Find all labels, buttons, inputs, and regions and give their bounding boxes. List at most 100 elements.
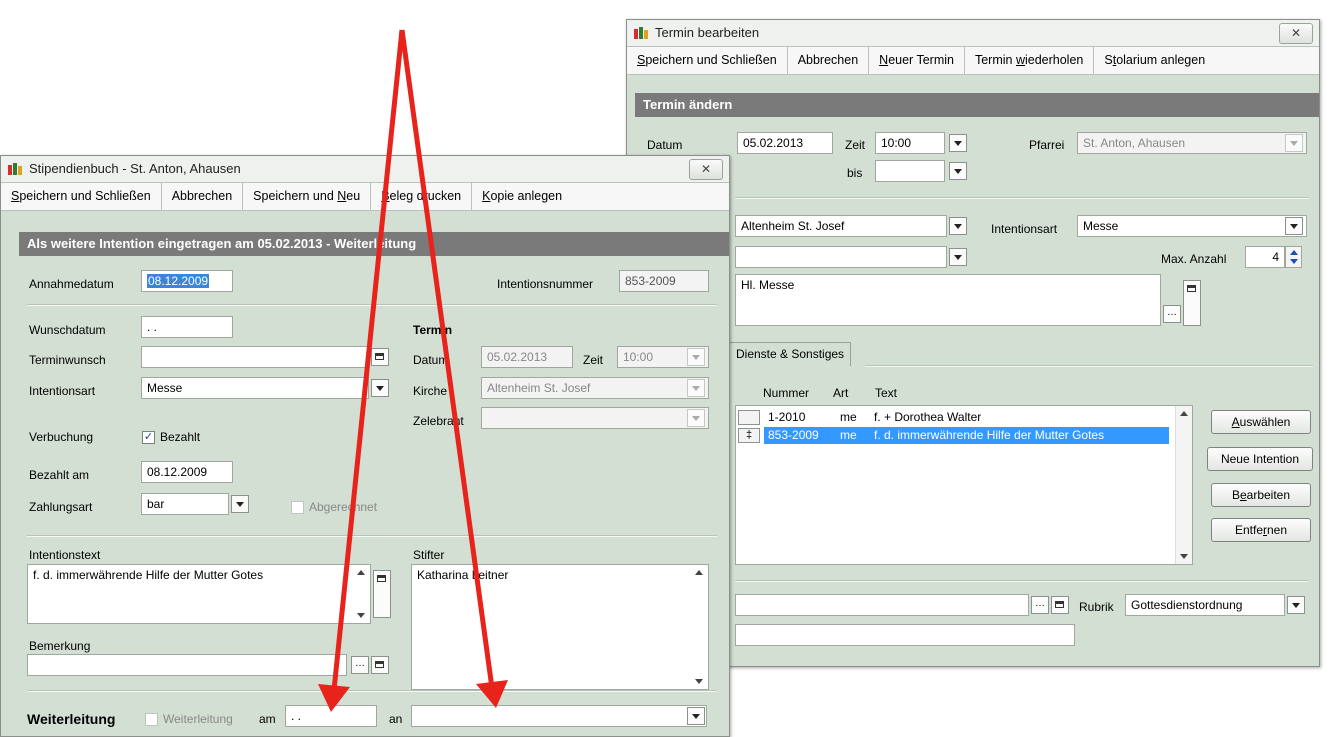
rubrik-dropdown-button[interactable] xyxy=(1287,596,1305,614)
toolbar: Speichern und Schließen Abbrechen Speich… xyxy=(1,183,729,211)
zahlungsart-combo[interactable]: bar xyxy=(141,493,229,515)
separator xyxy=(735,580,1309,582)
scroll-up-icon[interactable] xyxy=(1180,411,1188,416)
zeit-dropdown-button[interactable] xyxy=(687,348,705,366)
terminwunsch-field[interactable] xyxy=(141,346,369,368)
scroll-down-icon[interactable] xyxy=(695,679,703,684)
auswaehlen-button[interactable]: Auswählen xyxy=(1211,410,1311,434)
zelebrant-field[interactable] xyxy=(481,407,709,429)
new-appointment-button[interactable]: Neuer Termin xyxy=(869,47,965,74)
stifter-label: Stifter xyxy=(413,548,445,562)
save-and-close-button[interactable]: Speichern und Schließen xyxy=(1,183,162,210)
bemerkung-expand-button[interactable] xyxy=(371,656,389,674)
weiterleitung-an-combo[interactable] xyxy=(411,705,707,727)
weiterleitung-am-field[interactable]: . . xyxy=(285,705,377,727)
intentionsart-label: Intentionsart xyxy=(991,222,1058,236)
termin-text-area[interactable]: Hl. Messe xyxy=(735,274,1161,326)
bis-field[interactable] xyxy=(875,160,945,182)
title-bar[interactable]: Stipendienbuch - St. Anton, Ahausen ✕ xyxy=(1,156,729,183)
intentionsnummer-label: Intentionsnummer xyxy=(497,277,594,291)
abgerechnet-label: Abgerechnet xyxy=(309,500,378,514)
termin-bearbeiten-window: Termin bearbeiten ✕ Speichern und Schlie… xyxy=(626,19,1320,667)
bemerkung-field[interactable] xyxy=(27,654,347,676)
text-browse-button[interactable]: … xyxy=(1163,305,1181,323)
am-label: am xyxy=(259,712,276,726)
bottom-field[interactable] xyxy=(735,594,1029,616)
secondary-combo[interactable] xyxy=(735,246,947,268)
neue-intention-button[interactable]: Neue Intention xyxy=(1207,447,1313,471)
scroll-down-icon[interactable] xyxy=(1180,554,1188,559)
rubrik-combo[interactable]: Gottesdienstordnung xyxy=(1125,594,1285,616)
bottom-expand-button[interactable] xyxy=(1051,596,1069,614)
bis-dropdown-button[interactable] xyxy=(949,162,967,180)
datum-label: Datum xyxy=(413,353,449,367)
stifter-area[interactable]: Katharina Leitner xyxy=(411,564,709,690)
title-bar[interactable]: Termin bearbeiten ✕ xyxy=(627,20,1319,47)
create-stolarium-button[interactable]: Stolarium anlegen xyxy=(1094,47,1215,74)
intentionstext-area[interactable]: f. d. immerwährende Hilfe der Mutter Got… xyxy=(27,564,371,624)
bezahlt-am-field[interactable]: 08.12.2009 xyxy=(141,461,233,483)
close-button[interactable]: ✕ xyxy=(1279,23,1313,44)
text-expand-button[interactable] xyxy=(1183,280,1201,326)
secondary-dropdown-button[interactable] xyxy=(949,248,967,266)
save-and-close-button[interactable]: Speichern und Schließen xyxy=(627,47,788,74)
stifter-scrollbar[interactable] xyxy=(691,565,708,689)
ort-combo[interactable]: Altenheim St. Josef xyxy=(735,215,947,237)
section-header: Termin ändern xyxy=(635,93,1319,117)
ort-dropdown-button[interactable] xyxy=(949,217,967,235)
print-receipt-button[interactable]: Beleg drucken xyxy=(371,183,473,210)
save-and-new-button[interactable]: Speichern und Neu xyxy=(243,183,372,210)
abgerechnet-checkbox[interactable] xyxy=(291,501,304,514)
pfarrei-dropdown-button[interactable] xyxy=(1285,134,1303,152)
wunschdatum-field[interactable]: . . xyxy=(141,316,233,338)
max-anzahl-spinner[interactable] xyxy=(1285,246,1302,268)
row-text: f. + Dorothea Walter xyxy=(874,410,982,424)
datum-field[interactable]: 05.02.2013 xyxy=(737,132,833,154)
close-button[interactable]: ✕ xyxy=(689,159,723,180)
bemerkung-label: Bemerkung xyxy=(29,639,91,653)
wunschdatum-label: Wunschdatum xyxy=(29,323,106,337)
cancel-button[interactable]: Abbrechen xyxy=(162,183,244,210)
scroll-up-icon[interactable] xyxy=(357,570,365,575)
zahlungsart-dropdown-button[interactable] xyxy=(231,495,249,513)
intentionsart-combo[interactable]: Messe xyxy=(1077,215,1307,237)
entfernen-button[interactable]: Entfernen xyxy=(1211,518,1311,542)
intentionsnummer-field[interactable]: 853-2009 xyxy=(619,270,709,292)
scroll-down-icon[interactable] xyxy=(357,613,365,618)
repeat-appointment-button[interactable]: Termin wiederholen xyxy=(965,47,1095,74)
terminwunsch-calendar-button[interactable] xyxy=(371,348,389,366)
cancel-button[interactable]: Abbrechen xyxy=(788,47,870,74)
kirche-field[interactable]: Altenheim St. Josef xyxy=(481,377,709,399)
max-anzahl-field[interactable]: 4 xyxy=(1245,246,1285,268)
list-scrollbar[interactable] xyxy=(1175,406,1192,564)
annahmedatum-field[interactable]: 08.12.2009 xyxy=(141,270,233,292)
zelebrant-dropdown-button[interactable] xyxy=(687,409,705,427)
intentionstext-scrollbar[interactable] xyxy=(353,565,370,623)
intentionstext-expand-button[interactable] xyxy=(373,570,391,618)
pfarrei-field[interactable]: St. Anton, Ahausen xyxy=(1077,132,1307,154)
weiterleitung-checkbox[interactable] xyxy=(145,713,158,726)
create-copy-button[interactable]: Kopie anlegen xyxy=(472,183,572,210)
bearbeiten-button[interactable]: Bearbeiten xyxy=(1211,483,1311,507)
intentionsart-dropdown-button[interactable] xyxy=(371,379,389,397)
weiterleitung-an-dropdown-button[interactable] xyxy=(687,707,705,725)
intentions-list[interactable]: 1-2010 me f. + Dorothea Walter ‡ 853-200… xyxy=(735,405,1193,565)
kirche-dropdown-button[interactable] xyxy=(687,379,705,397)
datum-field[interactable]: 05.02.2013 xyxy=(481,346,573,368)
intentionsart-label: Intentionsart xyxy=(29,384,96,398)
intentionsart-dropdown-button[interactable] xyxy=(1285,217,1303,235)
row-text: f. d. immerwährende Hilfe der Mutter Got… xyxy=(874,428,1105,442)
zeit-dropdown-button[interactable] xyxy=(949,134,967,152)
bottom-browse-button[interactable]: … xyxy=(1031,596,1049,614)
bezahlt-label: Bezahlt xyxy=(160,430,201,444)
bottom-field-2[interactable] xyxy=(735,624,1075,646)
intentionsart-combo[interactable]: Messe xyxy=(141,377,369,399)
zeit-field[interactable]: 10:00 xyxy=(875,132,945,154)
bemerkung-browse-button[interactable]: … xyxy=(351,656,369,674)
row-art: me xyxy=(840,410,857,424)
tab-dienste-sonstiges[interactable]: Dienste & Sonstiges xyxy=(729,342,852,366)
zeit-label: Zeit xyxy=(845,138,866,152)
bezahlt-checkbox[interactable]: ✓ xyxy=(142,431,155,444)
row-move-icon: ‡ xyxy=(738,428,760,443)
scroll-up-icon[interactable] xyxy=(695,570,703,575)
